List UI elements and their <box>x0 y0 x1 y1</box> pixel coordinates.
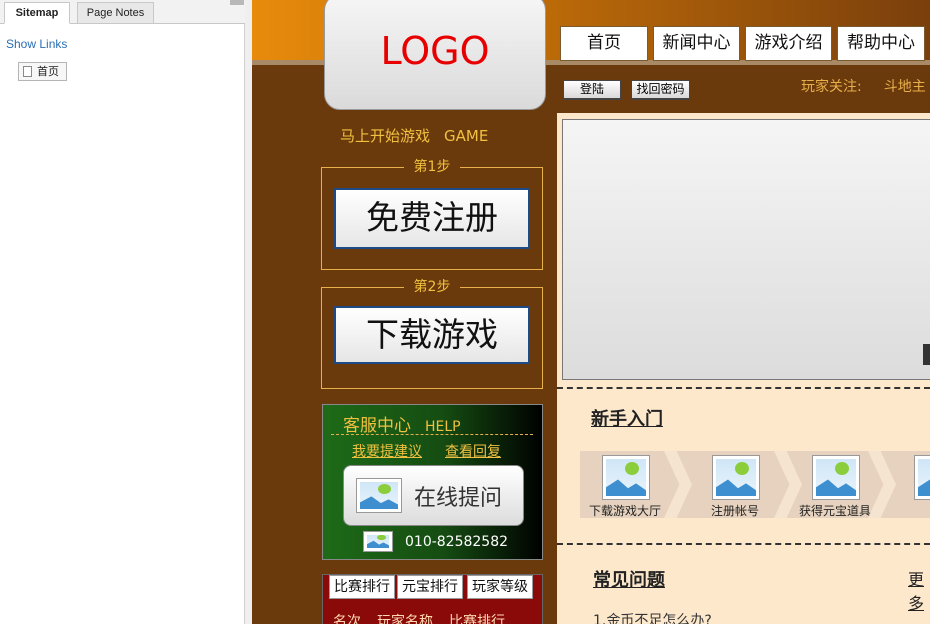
login-button[interactable]: 登陆 <box>563 80 621 100</box>
step-register-account[interactable]: 注册帐号 <box>690 451 780 518</box>
sitemap-panel: Sitemap Page Notes Show Links 首页 <box>0 0 252 624</box>
image-placeholder-icon <box>356 478 402 513</box>
step-download-lobby[interactable]: 下载游戏大厅 <box>580 451 670 518</box>
page-canvas: LOGO 首页 新闻中心 游戏介绍 帮助中心 登陆 找回密码 玩家关注: 斗地主 … <box>252 0 930 624</box>
ask-online-label: 在线提问 <box>414 486 503 511</box>
step-label: 兑 <box>892 502 930 519</box>
step-label: 获得元宝道具 <box>798 504 871 518</box>
section-divider <box>557 387 930 389</box>
banner-slideshow[interactable] <box>562 119 930 380</box>
recover-password-button[interactable]: 找回密码 <box>631 80 690 100</box>
phone-image-icon <box>363 531 393 552</box>
ask-online-button[interactable]: 在线提问 <box>343 465 524 526</box>
step-image-icon <box>602 455 650 500</box>
download-game-button[interactable]: 下载游戏 <box>334 306 530 364</box>
newbie-steps: 下载游戏大厅 注册帐号 获得元宝道具 兑 <box>580 451 930 518</box>
service-title-cn: 客服中心 <box>343 416 411 436</box>
panel-collapse-handle[interactable] <box>230 0 244 5</box>
step1-label: 第1步 <box>403 159 461 175</box>
step-label: 注册帐号 <box>710 504 759 518</box>
service-title: 客服中心 HELP <box>343 411 461 436</box>
start-game-en: GAME <box>444 127 489 145</box>
free-register-button[interactable]: 免费注册 <box>334 188 530 249</box>
service-phone: 010-82582582 <box>405 534 509 550</box>
panel-splitter[interactable] <box>245 0 252 624</box>
show-links-link[interactable]: Show Links <box>6 37 67 51</box>
step2-label: 第2步 <box>403 279 461 295</box>
nav-help[interactable]: 帮助中心 <box>837 26 925 61</box>
faq-more-link[interactable]: 更多 <box>908 566 930 614</box>
main-content: 新手入门 下载游戏大厅 注册帐号 获得元宝道具 兑 常见问题 <box>557 113 930 624</box>
sitemap-page-home[interactable]: 首页 <box>18 62 67 81</box>
step-get-ingots[interactable]: 获得元宝道具 <box>790 451 880 518</box>
ranking-box: 比赛排行 元宝排行 玩家等级 名次 玩家名称 比赛排行 <box>322 574 543 624</box>
player-attention: 玩家关注: 斗地主 <box>801 76 926 96</box>
ranking-columns: 名次 玩家名称 比赛排行 <box>333 611 521 624</box>
step-image-icon <box>914 455 930 500</box>
attention-game-link[interactable]: 斗地主 <box>884 79 926 95</box>
section-divider <box>557 543 930 545</box>
start-game-heading: 马上开始游戏 GAME <box>340 125 488 146</box>
step1-legend: 第1步 <box>321 156 543 176</box>
tab-player-level[interactable]: 玩家等级 <box>467 575 533 599</box>
col-player: 玩家名称 <box>377 614 433 624</box>
nav-game-intro[interactable]: 游戏介绍 <box>745 26 832 61</box>
panel-tab-bar: Sitemap Page Notes <box>0 0 252 24</box>
attention-label: 玩家关注: <box>801 79 862 95</box>
slide-indicator[interactable] <box>923 344 930 365</box>
start-game-cn: 马上开始游戏 <box>340 127 431 145</box>
col-rank: 名次 <box>333 614 361 624</box>
col-match: 比赛排行 <box>449 614 505 624</box>
step-image-icon <box>712 455 760 500</box>
service-title-en: HELP <box>425 419 461 435</box>
tab-match-ranking[interactable]: 比赛排行 <box>329 575 395 599</box>
faq-title[interactable]: 常见问题 <box>593 566 665 592</box>
service-center: 客服中心 HELP 我要提建议 查看回复 在线提问 010-82582582 <box>322 404 543 560</box>
tab-page-notes[interactable]: Page Notes <box>77 2 154 24</box>
step-image-icon <box>812 455 860 500</box>
step-label: 下载游戏大厅 <box>588 504 661 518</box>
faq-item[interactable]: 1.金币不足怎么办? <box>593 610 712 624</box>
view-reply-link[interactable]: 查看回复 <box>445 441 501 461</box>
sitemap-page-label: 首页 <box>37 65 59 78</box>
step2-legend: 第2步 <box>321 276 543 296</box>
tab-sitemap[interactable]: Sitemap <box>4 2 70 24</box>
nav-home[interactable]: 首页 <box>560 26 648 61</box>
tab-ingot-ranking[interactable]: 元宝排行 <box>397 575 463 599</box>
step-exchange[interactable]: 兑 <box>892 451 930 518</box>
suggest-link[interactable]: 我要提建议 <box>352 441 422 461</box>
logo: LOGO <box>324 0 546 110</box>
nav-news[interactable]: 新闻中心 <box>653 26 740 61</box>
page-icon <box>23 66 32 77</box>
service-divider <box>331 434 533 435</box>
newbie-guide-title[interactable]: 新手入门 <box>591 405 663 431</box>
